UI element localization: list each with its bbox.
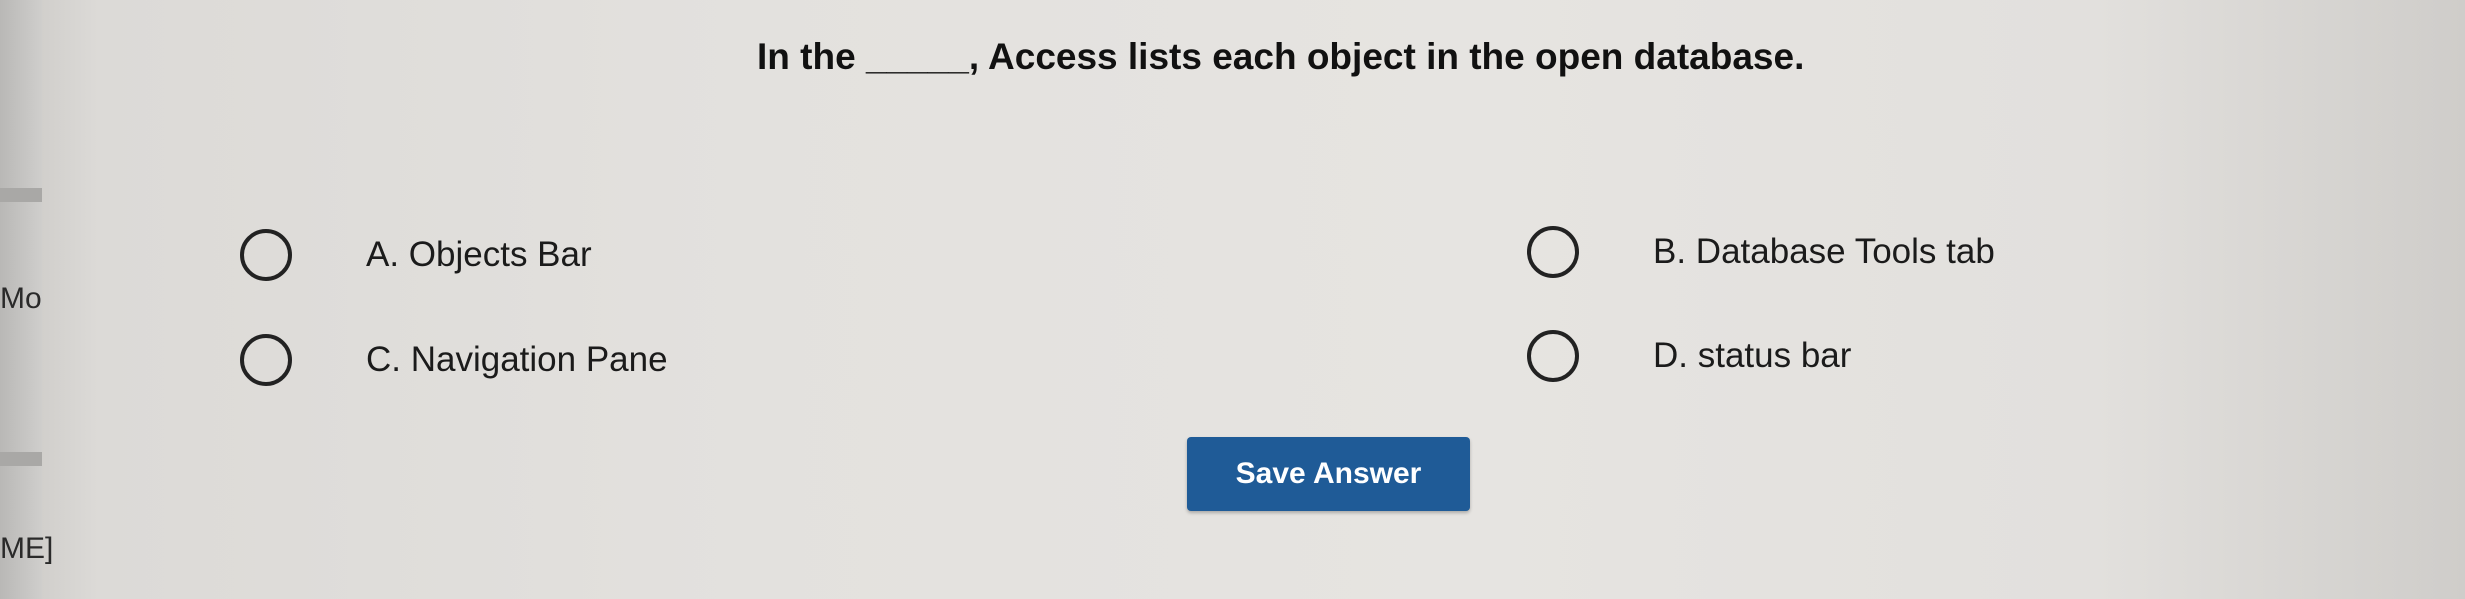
sidebar-divider <box>0 188 42 202</box>
option-b[interactable]: B. Database Tools tab <box>1527 226 1995 278</box>
question-text: In the _____, Access lists each object i… <box>757 36 1805 77</box>
cropped-edge-text: Mo <box>0 282 42 315</box>
radio-button[interactable] <box>240 229 292 281</box>
save-answer-button[interactable]: Save Answer <box>1187 437 1470 511</box>
option-label: A. Objects Bar <box>366 235 592 274</box>
radio-button[interactable] <box>1527 226 1579 278</box>
option-c[interactable]: C. Navigation Pane <box>240 334 668 386</box>
option-a[interactable]: A. Objects Bar <box>240 229 592 281</box>
radio-button[interactable] <box>240 334 292 386</box>
option-d[interactable]: D. status bar <box>1527 330 1851 382</box>
sidebar-divider <box>0 452 42 466</box>
option-label: B. Database Tools tab <box>1653 232 1995 271</box>
option-label: C. Navigation Pane <box>366 340 668 379</box>
option-label: D. status bar <box>1653 336 1852 375</box>
radio-button[interactable] <box>1527 330 1579 382</box>
cropped-edge-text: ME] <box>0 532 54 565</box>
